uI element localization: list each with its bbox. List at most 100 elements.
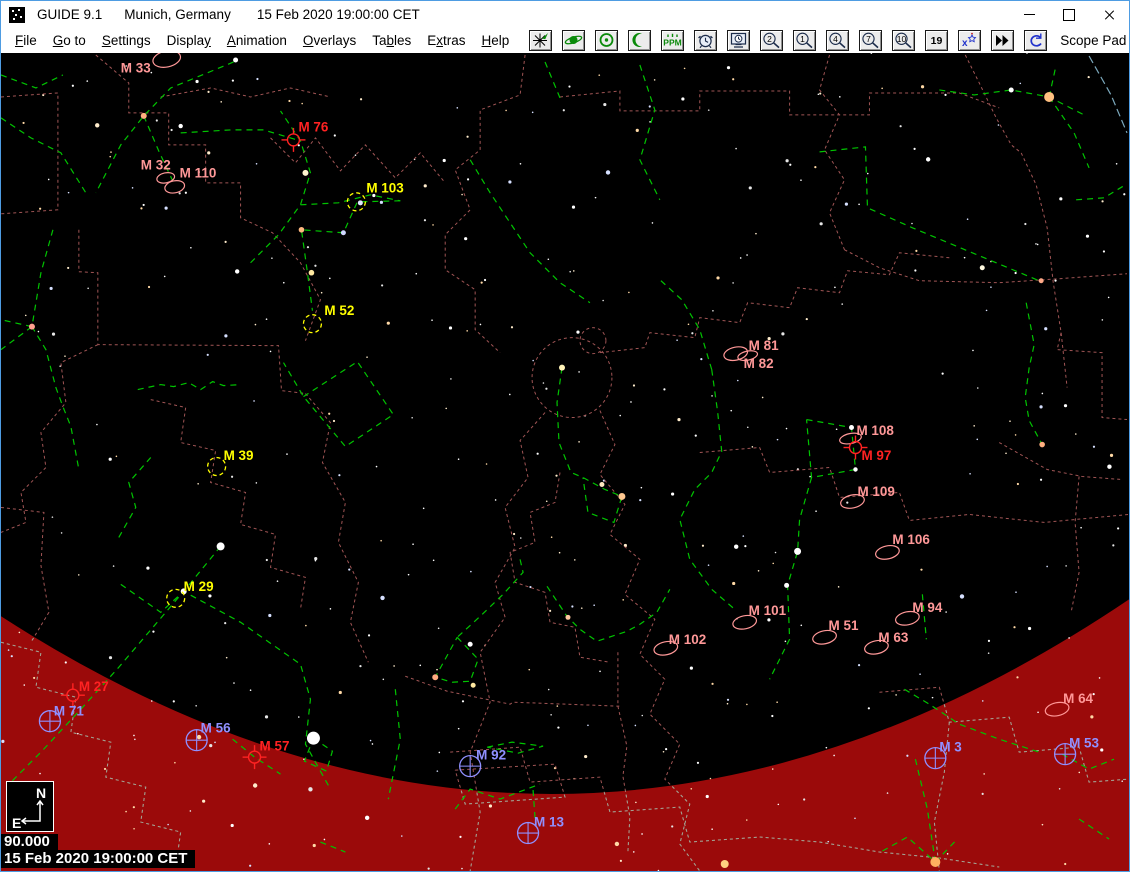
messier-m92[interactable]: M 92 <box>460 748 506 777</box>
bright-star <box>853 467 857 471</box>
messier-label: M 57 <box>260 739 290 754</box>
set-time-button[interactable] <box>694 30 717 51</box>
menu-help[interactable]: Help <box>474 30 518 51</box>
moon-icon <box>630 32 649 49</box>
menu-animation[interactable]: Animation <box>219 30 295 51</box>
messier-label: M 13 <box>534 815 564 830</box>
zoom-10-button[interactable]: 10 <box>892 30 915 51</box>
go-to-object-button[interactable] <box>529 30 552 51</box>
svg-text:2: 2 <box>767 34 772 44</box>
messier-label: M 39 <box>224 448 254 463</box>
scope-pad-label[interactable]: Scope Pad <box>1060 33 1126 48</box>
app-icon[interactable] <box>9 7 25 23</box>
sun-icon <box>597 32 616 49</box>
minimize-button[interactable] <box>1009 1 1049 28</box>
ppm-stars-button[interactable]: PPM <box>661 30 684 51</box>
sun-button[interactable] <box>595 30 618 51</box>
messier-m32[interactable]: M 32 <box>141 157 176 184</box>
messier-label: M 51 <box>829 618 859 633</box>
sky-map[interactable]: M 33M 76M 32M 110M 103M 52M 81M 82M 39M … <box>1 53 1129 871</box>
zoom-1-button[interactable]: 1 <box>793 30 816 51</box>
undo-button[interactable] <box>1024 30 1047 51</box>
messier-label: M 33 <box>121 61 151 76</box>
messier-label: M 52 <box>324 303 354 318</box>
messier-label: M 29 <box>184 579 214 594</box>
app-title: GUIDE 9.1 <box>37 7 102 22</box>
star-display-button[interactable]: x <box>958 30 981 51</box>
fast-forward-icon <box>993 32 1012 49</box>
menu-file[interactable]: File <box>7 30 45 51</box>
zoom-4-button[interactable]: 4 <box>826 30 849 51</box>
messier-label: M 110 <box>180 165 217 180</box>
messier-label: M 106 <box>892 532 929 547</box>
below-horizon-region <box>1 599 1129 871</box>
bright-star <box>849 425 854 430</box>
bright-star <box>1044 92 1054 102</box>
bright-star <box>141 113 147 119</box>
bright-star <box>233 57 238 62</box>
map-area: M 33M 76M 32M 110M 103M 52M 81M 82M 39M … <box>1 53 1129 871</box>
messier-label: M 27 <box>79 679 109 694</box>
messier-m76[interactable]: M 76 <box>282 119 329 151</box>
bright-star <box>1039 278 1044 283</box>
svg-text:PPM: PPM <box>664 38 682 48</box>
messier-m101[interactable]: M 101 <box>732 603 787 631</box>
fov-readout[interactable]: 90.000 <box>1 834 58 850</box>
menu-extras[interactable]: Extras <box>419 30 473 51</box>
messier-label: M 103 <box>366 180 403 195</box>
datetime-readout[interactable]: 15 Feb 2020 19:00:00 CET <box>1 850 195 868</box>
fast-forward-button[interactable] <box>991 30 1014 51</box>
messier-m108[interactable]: M 108 <box>839 423 895 446</box>
messier-m97[interactable]: M 97 <box>844 436 892 464</box>
messier-m63[interactable]: M 63 <box>863 630 908 656</box>
menu-tables[interactable]: Tables <box>364 30 419 51</box>
close-icon <box>1103 9 1115 21</box>
messier-m102[interactable]: M 102 <box>653 632 706 657</box>
svg-text:4: 4 <box>833 34 838 44</box>
zoom-7-icon: 7 <box>861 32 880 49</box>
messier-m39[interactable]: M 39 <box>208 448 254 475</box>
messier-label: M 108 <box>856 423 894 438</box>
bright-star <box>721 860 729 868</box>
zoom-7-button[interactable]: 7 <box>859 30 882 51</box>
bright-star <box>1009 87 1014 92</box>
bright-star <box>618 493 625 500</box>
ppm-stars-icon: PPM <box>663 32 682 49</box>
messier-label: M 102 <box>669 632 706 647</box>
messier-label: M 92 <box>476 748 506 763</box>
messier-label: M 109 <box>857 484 894 499</box>
svg-text:1: 1 <box>800 34 805 44</box>
planetary-nebula-symbol <box>849 442 861 454</box>
level-19-icon: 19 <box>927 32 946 49</box>
level-19-button[interactable]: 19 <box>925 30 948 51</box>
bright-star <box>309 270 315 276</box>
menu-go-to[interactable]: Go to <box>45 30 94 51</box>
messier-m52[interactable]: M 52 <box>303 303 354 332</box>
bright-star <box>341 230 346 235</box>
menu-display[interactable]: Display <box>159 30 219 51</box>
messier-m51[interactable]: M 51 <box>811 618 859 646</box>
planets-button[interactable] <box>562 30 585 51</box>
zoom-2-icon: 2 <box>762 32 781 49</box>
bright-star <box>358 200 363 205</box>
maximize-button[interactable] <box>1049 1 1089 28</box>
menu-settings[interactable]: Settings <box>94 30 159 51</box>
messier-m29[interactable]: M 29 <box>167 579 214 607</box>
messier-m106[interactable]: M 106 <box>874 532 929 561</box>
title-datetime: 15 Feb 2020 19:00:00 CET <box>257 7 420 22</box>
svg-text:10: 10 <box>897 34 907 44</box>
minimize-icon <box>1024 14 1035 15</box>
bright-star <box>302 170 308 176</box>
bright-star <box>299 227 305 233</box>
real-time-button[interactable] <box>727 30 750 51</box>
messier-m94[interactable]: M 94 <box>894 600 943 627</box>
menu-overlays[interactable]: Overlays <box>295 30 364 51</box>
undo-icon <box>1026 32 1045 49</box>
set-time-icon <box>696 32 715 49</box>
zoom-2-button[interactable]: 2 <box>760 30 783 51</box>
bright-star <box>784 583 789 588</box>
moon-button[interactable] <box>628 30 651 51</box>
toolbar: PPM 2 1 4 7 10 19 x <box>529 30 1047 51</box>
compass-east-label: E <box>12 815 21 831</box>
close-button[interactable] <box>1089 1 1129 28</box>
